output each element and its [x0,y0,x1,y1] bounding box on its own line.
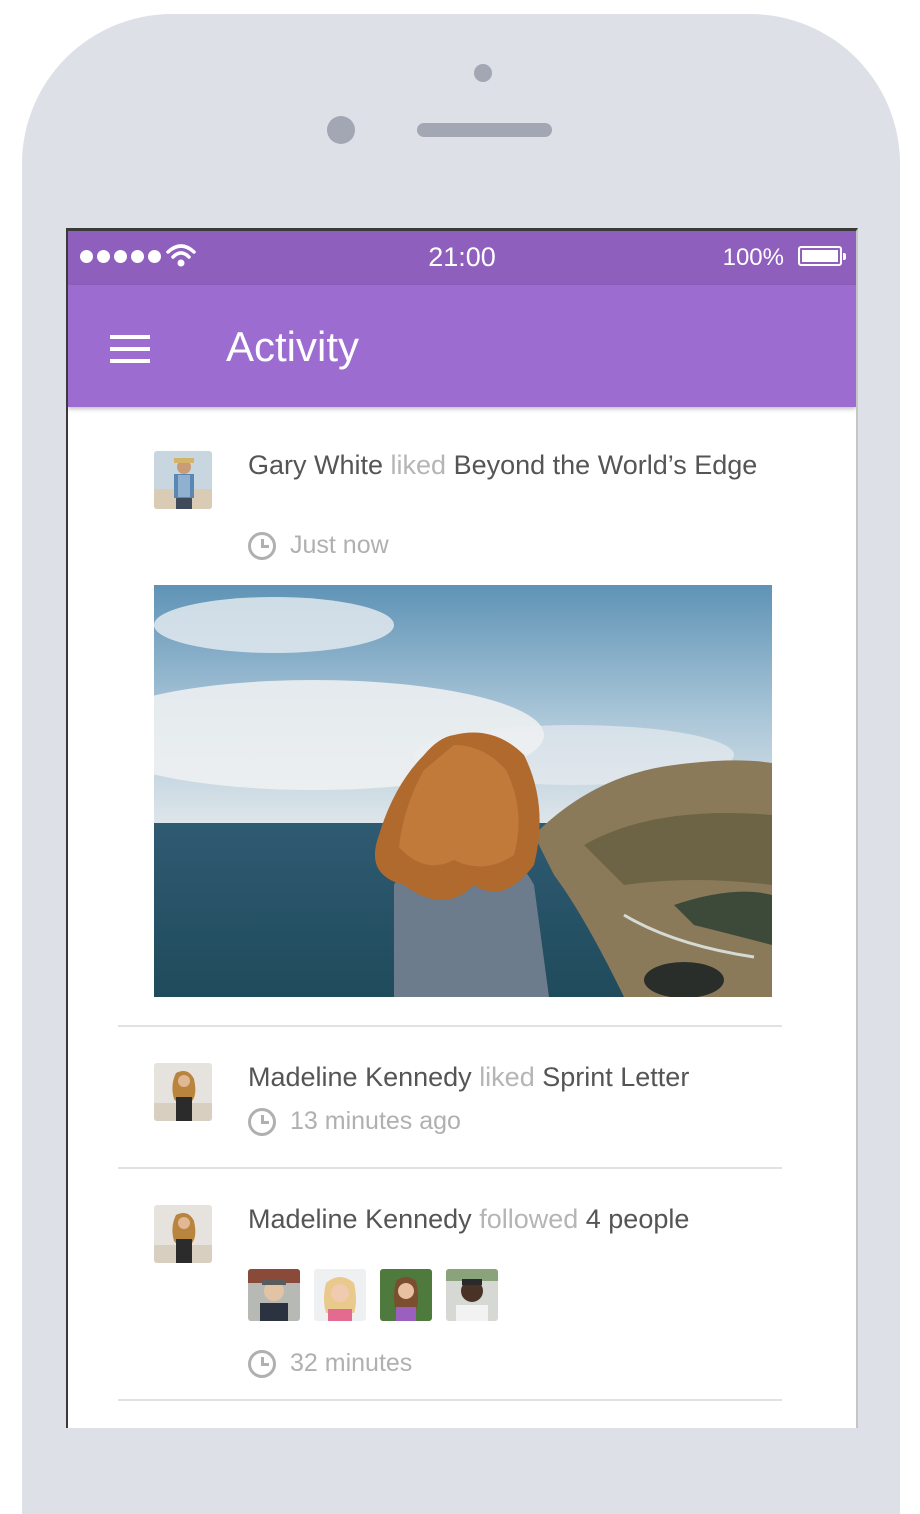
timestamp: 32 minutes [248,1349,412,1378]
feed-item[interactable]: Madeline Kennedy liked Sprint Letter 13 … [68,1027,856,1169]
followed-person-avatar[interactable] [248,1269,300,1321]
front-camera [327,116,355,144]
feed-item[interactable]: Madeline Kennedy followed 4 people 32 mi… [68,1169,856,1401]
avatar-image [154,1063,212,1121]
followed-person-avatar[interactable] [446,1269,498,1321]
activity-verb: liked [479,1062,535,1092]
activity-text: Gary White liked Beyond the World’s Edge [248,447,796,484]
activity-text: Madeline Kennedy liked Sprint Letter [248,1059,796,1096]
clock-icon [248,1107,276,1136]
activity-object[interactable]: Sprint Letter [542,1062,689,1092]
avatar-image [154,1205,212,1263]
battery-percentage: 100% [722,244,784,271]
actor-name[interactable]: Gary White [248,450,383,480]
activity-verb: followed [479,1204,579,1234]
clock-icon [248,531,276,560]
page-title: Activity [226,323,360,370]
timestamp: 13 minutes ago [248,1107,461,1136]
avatar[interactable] [154,1205,212,1263]
timestamp-text: 13 minutes ago [290,1107,461,1135]
timestamp-text: 32 minutes [290,1349,413,1377]
activity-object[interactable]: 4 people [586,1204,690,1234]
activity-object[interactable]: Beyond the World’s Edge [454,450,758,480]
avatar-image [154,451,212,509]
timestamp: Just now [248,531,389,560]
menu-icon[interactable] [110,335,150,363]
actor-name[interactable]: Madeline Kennedy [248,1204,472,1234]
followed-people [248,1269,498,1321]
app-bar: Activity [68,285,856,407]
divider [118,1399,782,1401]
liked-photo[interactable] [154,585,772,997]
activity-verb: liked [390,450,447,480]
proximity-sensor [474,64,492,82]
avatar[interactable] [154,451,212,509]
timestamp-text: Just now [290,531,389,559]
activity-text: Madeline Kennedy followed 4 people [248,1201,796,1238]
followed-person-avatar[interactable] [314,1269,366,1321]
followed-person-avatar[interactable] [380,1269,432,1321]
battery-icon [798,246,846,266]
feed-item[interactable]: Gary White liked Beyond the World’s Edge… [68,407,856,1027]
phone-screen: 21:00 100% Activity Gary White liked Bey… [66,228,858,1428]
status-bar: 21:00 100% [68,231,856,285]
avatar[interactable] [154,1063,212,1121]
earpiece-speaker [417,123,552,137]
actor-name[interactable]: Madeline Kennedy [248,1062,472,1092]
clock-icon [248,1349,276,1378]
photo-image [154,585,772,997]
